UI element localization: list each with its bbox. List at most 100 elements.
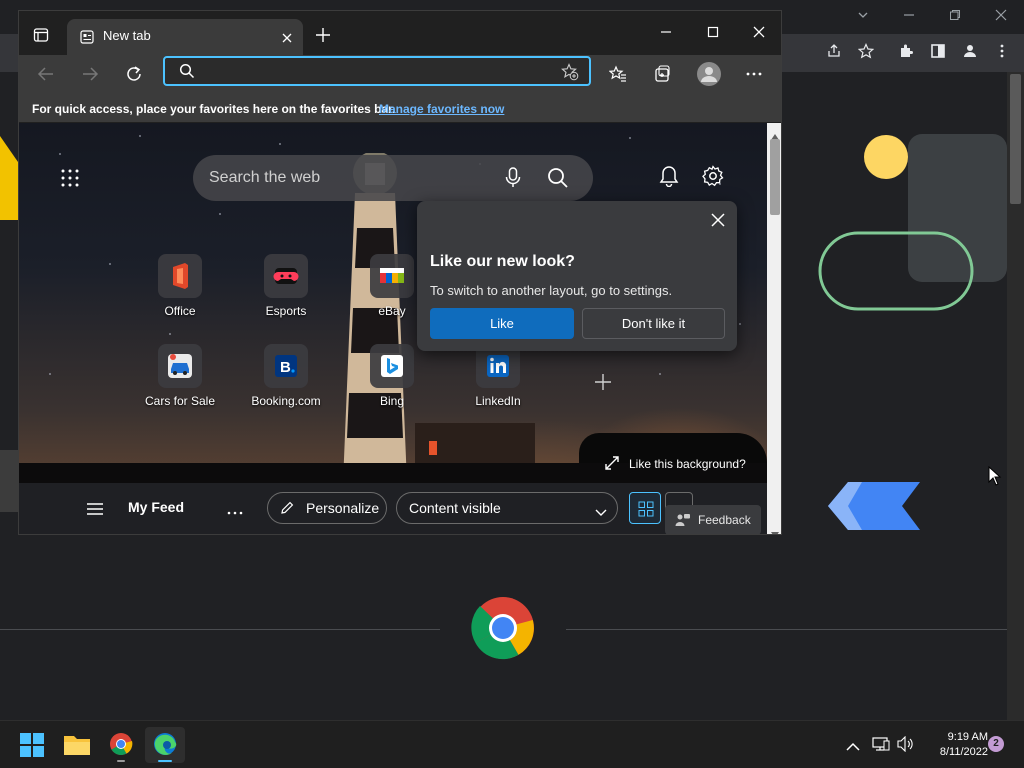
new-tab-page-icon <box>79 29 95 50</box>
content-visibility-value: Content visible <box>409 500 501 516</box>
quick-link-cars-for-sale[interactable]: Cars for Sale <box>138 344 222 408</box>
chrome-scroll-thumb[interactable] <box>1010 74 1021 204</box>
star-dot <box>629 137 631 139</box>
clock[interactable]: 9:19 AM 8/11/2022 <box>922 730 988 760</box>
quick-link-bing[interactable]: Bing <box>350 344 434 408</box>
network-icon[interactable] <box>872 736 890 757</box>
feed-more-icon[interactable] <box>227 503 243 521</box>
expand-icon[interactable] <box>605 456 619 475</box>
minimize-icon[interactable] <box>660 25 672 43</box>
maximize-icon[interactable] <box>707 25 719 43</box>
microphone-icon[interactable] <box>505 167 521 194</box>
star-dot <box>219 213 221 215</box>
scroll-down-icon[interactable] <box>771 525 779 534</box>
sidebar-icon[interactable] <box>928 43 948 63</box>
extensions-icon[interactable] <box>896 43 916 63</box>
web-search-placeholder: Search the web <box>209 169 321 186</box>
feedback-button[interactable]: Feedback <box>665 505 761 534</box>
edge-titlebar: New tab <box>19 11 781 55</box>
notification-badge[interactable]: 2 <box>988 736 1004 752</box>
settings-gear-icon[interactable] <box>702 165 724 192</box>
like-background-link[interactable]: Like this background? <box>629 457 746 471</box>
divider <box>0 629 440 630</box>
feedback-label: Feedback <box>698 513 751 527</box>
close-tab-icon[interactable] <box>281 31 293 49</box>
new-tab-page: Search the web Office Esports eBay Cars … <box>19 123 767 534</box>
edge-window: New tab For quick access, place your fav… <box>18 10 782 535</box>
new-look-popup: Like our new look? To switch to another … <box>417 201 737 351</box>
search-icon[interactable] <box>547 167 569 194</box>
manage-favorites-link[interactable]: Manage favorites now <box>379 102 504 116</box>
star-dot <box>109 263 111 265</box>
address-input[interactable] <box>205 61 545 81</box>
add-shortcut-plus-icon[interactable] <box>594 373 612 396</box>
feedback-icon <box>675 513 691 532</box>
edge-icon[interactable] <box>145 727 185 763</box>
refresh-icon[interactable] <box>125 65 143 88</box>
search-icon <box>179 63 195 84</box>
lit-window <box>429 441 437 455</box>
address-bar[interactable] <box>163 56 591 86</box>
web-search-box[interactable]: Search the web <box>193 155 593 201</box>
tab-actions-icon[interactable] <box>33 27 49 48</box>
star-dot <box>739 323 741 325</box>
quick-link-label: Booking.com <box>251 394 321 408</box>
divider <box>566 629 1007 630</box>
booking-icon: B <box>264 344 308 388</box>
star-dot <box>169 333 171 335</box>
tab-new-tab[interactable]: New tab <box>67 19 303 55</box>
back-icon[interactable] <box>37 66 55 87</box>
feed-title[interactable]: My Feed <box>128 499 184 515</box>
grid-view-button[interactable] <box>629 492 661 524</box>
office-icon <box>158 254 202 298</box>
volume-icon[interactable] <box>897 735 915 757</box>
favorites-bar: For quick access, place your favorites h… <box>19 93 781 123</box>
quick-link-label: Bing <box>379 394 405 408</box>
star-icon[interactable] <box>856 43 876 63</box>
star-dot <box>279 143 281 145</box>
quick-link-linkedin[interactable]: LinkedIn <box>456 344 540 408</box>
menu-icon[interactable] <box>87 502 103 521</box>
chevron-down-icon[interactable] <box>840 4 886 30</box>
close-icon[interactable] <box>753 25 765 43</box>
tab-title: New tab <box>103 28 151 43</box>
file-explorer-icon[interactable] <box>57 727 97 763</box>
car-icon <box>158 344 202 388</box>
show-hidden-icons-chevron-icon[interactable] <box>846 739 860 757</box>
like-button[interactable]: Like <box>430 308 574 339</box>
dont-like-button[interactable]: Don't like it <box>582 308 725 339</box>
add-favorite-icon[interactable] <box>561 63 579 86</box>
quick-link-booking[interactable]: B Booking.com <box>244 344 328 408</box>
notifications-bell-icon[interactable] <box>659 165 679 192</box>
pencil-icon <box>280 501 294 520</box>
collections-icon[interactable] <box>653 65 671 88</box>
more-icon[interactable] <box>992 43 1012 63</box>
svg-text:B: B <box>280 359 291 376</box>
favorites-icon[interactable] <box>608 65 627 88</box>
app-launcher-icon[interactable] <box>61 169 79 192</box>
close-popup-icon[interactable] <box>711 213 725 232</box>
chrome-icon[interactable] <box>101 727 141 763</box>
edge-scroll-thumb[interactable] <box>770 139 780 215</box>
forward-icon[interactable] <box>81 66 99 87</box>
close-icon[interactable] <box>978 4 1024 30</box>
minimize-icon[interactable] <box>886 4 932 30</box>
start-icon[interactable] <box>12 727 52 763</box>
restore-icon[interactable] <box>932 4 978 30</box>
bing-icon <box>370 344 414 388</box>
quick-link-label: Cars for Sale <box>144 394 216 408</box>
quick-link-label: Office <box>164 304 196 318</box>
profile-icon[interactable] <box>960 43 980 63</box>
share-icon[interactable] <box>824 43 844 63</box>
more-icon[interactable] <box>745 65 763 88</box>
chrome-logo <box>471 596 535 660</box>
personalize-label: Personalize <box>306 500 380 516</box>
content-visibility-select[interactable]: Content visible <box>396 492 618 524</box>
quick-link-esports[interactable]: Esports <box>244 254 328 318</box>
personalize-button[interactable]: Personalize <box>267 492 387 524</box>
quick-link-office[interactable]: Office <box>138 254 222 318</box>
popup-body: To switch to another layout, go to setti… <box>430 283 673 298</box>
clock-date: 8/11/2022 <box>939 746 988 758</box>
profile-avatar-icon[interactable] <box>697 62 721 86</box>
new-tab-plus-icon[interactable] <box>315 27 331 48</box>
